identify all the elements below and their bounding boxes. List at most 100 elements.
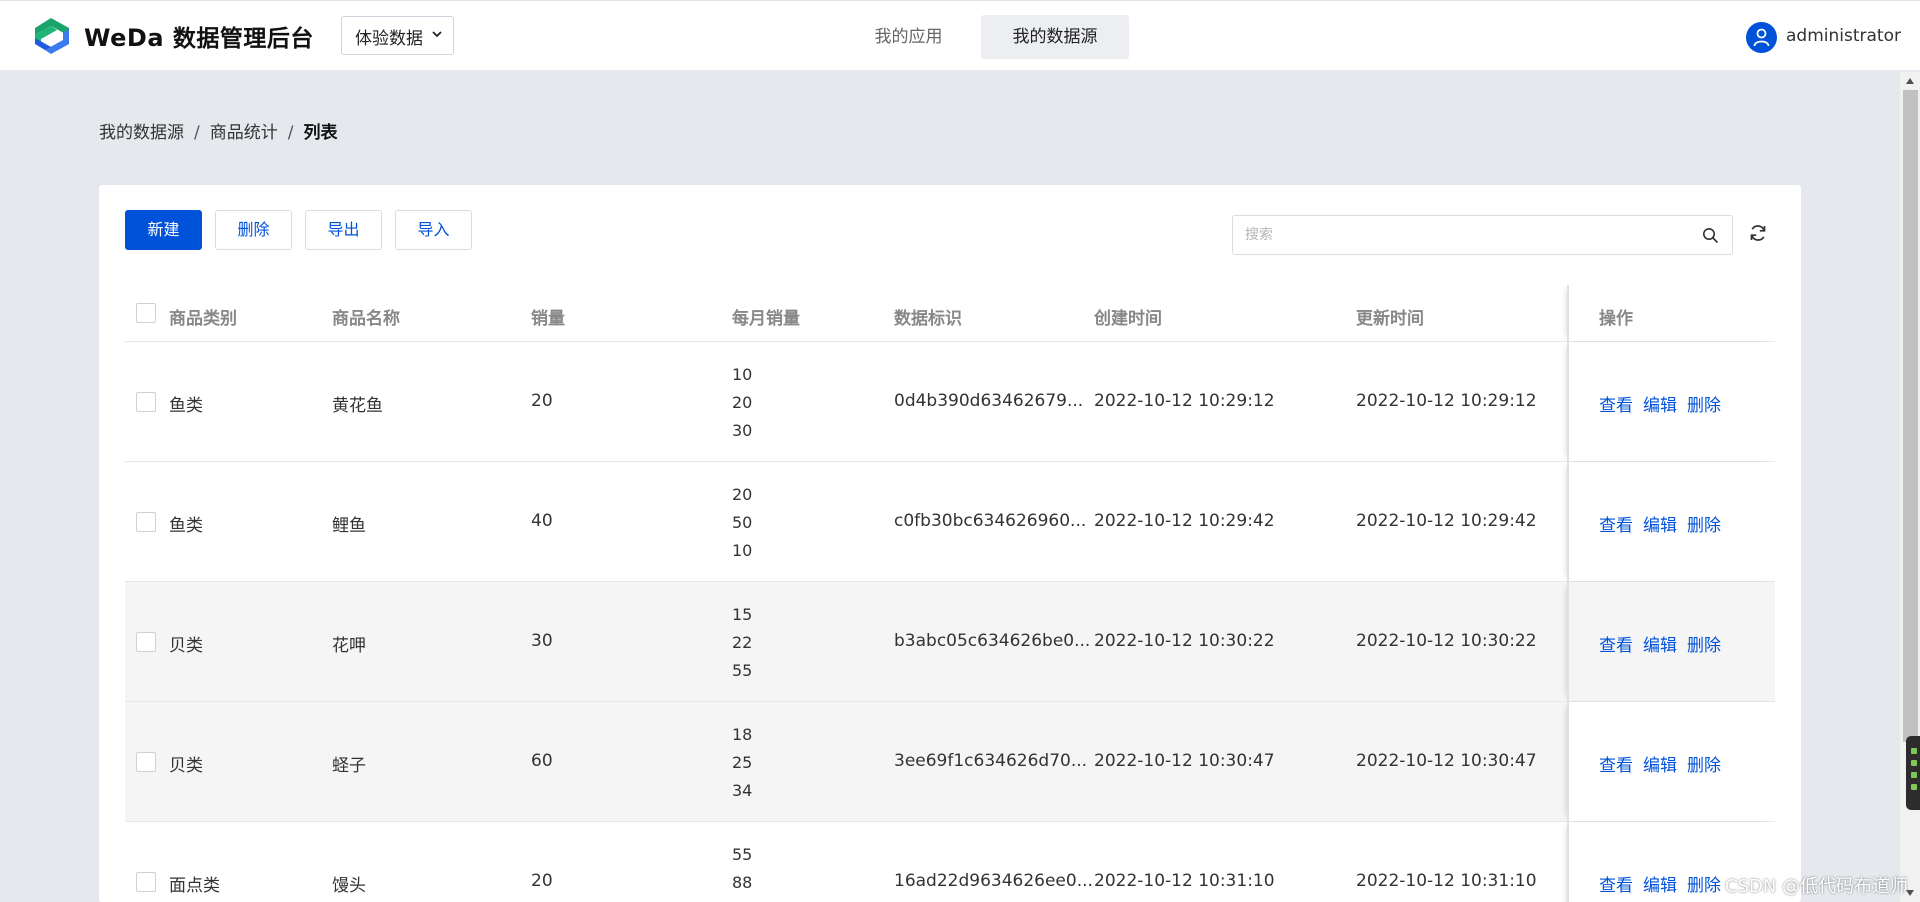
user-avatar-icon[interactable] <box>1746 22 1777 53</box>
table-row: 面点类 馒头 20 55 88 16ad22d9634626ee0... 2022… <box>125 822 1775 902</box>
cell-updated-at: 2022-10-12 10:30:22 <box>1356 631 1537 651</box>
edit-link[interactable]: 编辑 <box>1643 756 1677 776</box>
tab-my-apps[interactable]: 我的应用 <box>847 15 970 59</box>
cell-record-id: 3ee69f1c634626d70... <box>894 751 1088 771</box>
environment-select[interactable]: 体验数据 <box>341 16 454 55</box>
delete-link[interactable]: 删除 <box>1687 756 1721 776</box>
table-row: 贝类 花呷 30 15 22 55 b3abc05c634626be0... 202… <box>125 582 1775 702</box>
cell-updated-at: 2022-10-12 10:31:10 <box>1356 871 1537 891</box>
cell-category: 鱼类 <box>169 516 203 536</box>
cell-category: 鱼类 <box>169 396 203 416</box>
col-header-name[interactable]: 商品名称 <box>332 304 400 329</box>
cell-monthly-sales: 10 20 30 <box>732 365 753 440</box>
search-icon[interactable] <box>1702 227 1719 244</box>
edit-link[interactable]: 编辑 <box>1643 876 1677 896</box>
tab-my-datasources[interactable]: 我的数据源 <box>981 15 1129 59</box>
environment-select-value: 体验数据 <box>355 29 423 49</box>
cell-name: 蛏子 <box>332 756 366 776</box>
cell-sales: 60 <box>531 751 553 771</box>
cell-sales: 30 <box>531 631 553 651</box>
breadcrumb-item-product-stats[interactable]: 商品统计 <box>210 123 278 143</box>
export-button[interactable]: 导出 <box>305 210 382 250</box>
cell-monthly-sales: 20 50 10 <box>732 485 753 560</box>
view-link[interactable]: 查看 <box>1599 396 1633 416</box>
cell-name: 黄花鱼 <box>332 396 383 416</box>
cell-sales: 40 <box>531 511 553 531</box>
cell-updated-at: 2022-10-12 10:29:12 <box>1356 391 1537 411</box>
bulk-delete-button[interactable]: 删除 <box>215 210 292 250</box>
cell-sales: 20 <box>531 391 553 411</box>
table-row: 鱼类 黄花鱼 20 10 20 30 0d4b390d63462679... 202… <box>125 342 1775 462</box>
edit-link[interactable]: 编辑 <box>1643 396 1677 416</box>
side-floating-widget[interactable] <box>1906 736 1920 810</box>
cell-monthly-sales: 15 22 55 <box>732 605 753 680</box>
cell-monthly-sales: 18 25 34 <box>732 725 753 800</box>
col-header-created-at[interactable]: 创建时间 <box>1094 304 1162 329</box>
cell-updated-at: 2022-10-12 10:30:47 <box>1356 751 1537 771</box>
cell-name: 鲤鱼 <box>332 516 366 536</box>
row-actions: 查看 编辑 删除 <box>1599 751 1731 776</box>
cell-record-id: 16ad22d9634626ee0... <box>894 871 1093 891</box>
cell-category: 贝类 <box>169 636 203 656</box>
col-header-updated-at[interactable]: 更新时间 <box>1356 304 1424 329</box>
new-button[interactable]: 新建 <box>125 210 202 250</box>
table-row: 贝类 蛏子 60 18 25 34 3ee69f1c634626d70... 202… <box>125 702 1775 822</box>
breadcrumb-item-current: 列表 <box>303 123 338 143</box>
cell-name: 馒头 <box>332 876 366 896</box>
content-card: 新建 删除 导出 导入 商品类别 商品名称 销量 每月销量 数据标识 创建时间 … <box>99 185 1801 902</box>
username[interactable]: administrator <box>1786 26 1901 46</box>
delete-link[interactable]: 删除 <box>1687 636 1721 656</box>
cell-name: 花呷 <box>332 636 366 656</box>
cell-updated-at: 2022-10-12 10:29:42 <box>1356 511 1537 531</box>
row-checkbox[interactable] <box>136 512 156 532</box>
view-link[interactable]: 查看 <box>1599 516 1633 536</box>
brand-title: WeDa 数据管理后台 <box>84 24 314 52</box>
cell-category: 面点类 <box>169 876 220 896</box>
view-link[interactable]: 查看 <box>1599 756 1633 776</box>
chevron-down-icon <box>432 31 442 38</box>
top-navbar: WeDa 数据管理后台 体验数据 我的应用 我的数据源 administrato… <box>0 0 1920 71</box>
row-checkbox[interactable] <box>136 872 156 892</box>
cell-category: 贝类 <box>169 756 203 776</box>
cell-created-at: 2022-10-12 10:30:47 <box>1094 751 1275 771</box>
delete-link[interactable]: 删除 <box>1687 396 1721 416</box>
weda-logo-icon <box>35 18 69 54</box>
cell-record-id: 0d4b390d63462679... <box>894 391 1084 411</box>
row-actions: 查看 编辑 删除 <box>1599 391 1731 416</box>
delete-link[interactable]: 删除 <box>1687 516 1721 536</box>
cell-monthly-sales: 55 88 <box>732 845 753 892</box>
breadcrumb-item-datasources[interactable]: 我的数据源 <box>99 123 184 143</box>
data-table: 商品类别 商品名称 销量 每月销量 数据标识 创建时间 更新时间 操作 鱼类 黄… <box>125 285 1775 902</box>
edit-link[interactable]: 编辑 <box>1643 636 1677 656</box>
view-link[interactable]: 查看 <box>1599 876 1633 896</box>
row-actions: 查看 编辑 删除 <box>1599 631 1731 656</box>
row-checkbox[interactable] <box>136 392 156 412</box>
cell-created-at: 2022-10-12 10:29:42 <box>1094 511 1275 531</box>
edit-link[interactable]: 编辑 <box>1643 516 1677 536</box>
col-header-monthly-sales[interactable]: 每月销量 <box>732 304 800 329</box>
search-input[interactable] <box>1245 225 1685 245</box>
watermark: CSDN @低代码布道师 <box>1725 876 1909 897</box>
col-header-record-id[interactable]: 数据标识 <box>894 304 962 329</box>
col-header-sales[interactable]: 销量 <box>531 304 565 329</box>
row-actions: 查看 编辑 删除 <box>1599 871 1731 896</box>
row-actions: 查看 编辑 删除 <box>1599 511 1731 536</box>
delete-link[interactable]: 删除 <box>1687 876 1721 896</box>
col-header-category[interactable]: 商品类别 <box>169 304 237 329</box>
table-header: 商品类别 商品名称 销量 每月销量 数据标识 创建时间 更新时间 操作 <box>125 285 1775 342</box>
row-checkbox[interactable] <box>136 632 156 652</box>
breadcrumb: 我的数据源 / 商品统计 / 列表 <box>99 123 338 143</box>
scroll-up-arrow-icon[interactable] <box>1906 78 1914 84</box>
search-box <box>1232 215 1733 255</box>
import-button[interactable]: 导入 <box>395 210 472 250</box>
cell-created-at: 2022-10-12 10:29:12 <box>1094 391 1275 411</box>
cell-created-at: 2022-10-12 10:30:22 <box>1094 631 1275 651</box>
cell-record-id: c0fb30bc634626960... <box>894 511 1087 531</box>
select-all-checkbox[interactable] <box>136 303 156 323</box>
cell-created-at: 2022-10-12 10:31:10 <box>1094 871 1275 891</box>
row-checkbox[interactable] <box>136 752 156 772</box>
cell-sales: 20 <box>531 871 553 891</box>
refresh-icon[interactable] <box>1748 223 1768 243</box>
view-link[interactable]: 查看 <box>1599 636 1633 656</box>
scrollbar-thumb[interactable] <box>1903 90 1918 742</box>
